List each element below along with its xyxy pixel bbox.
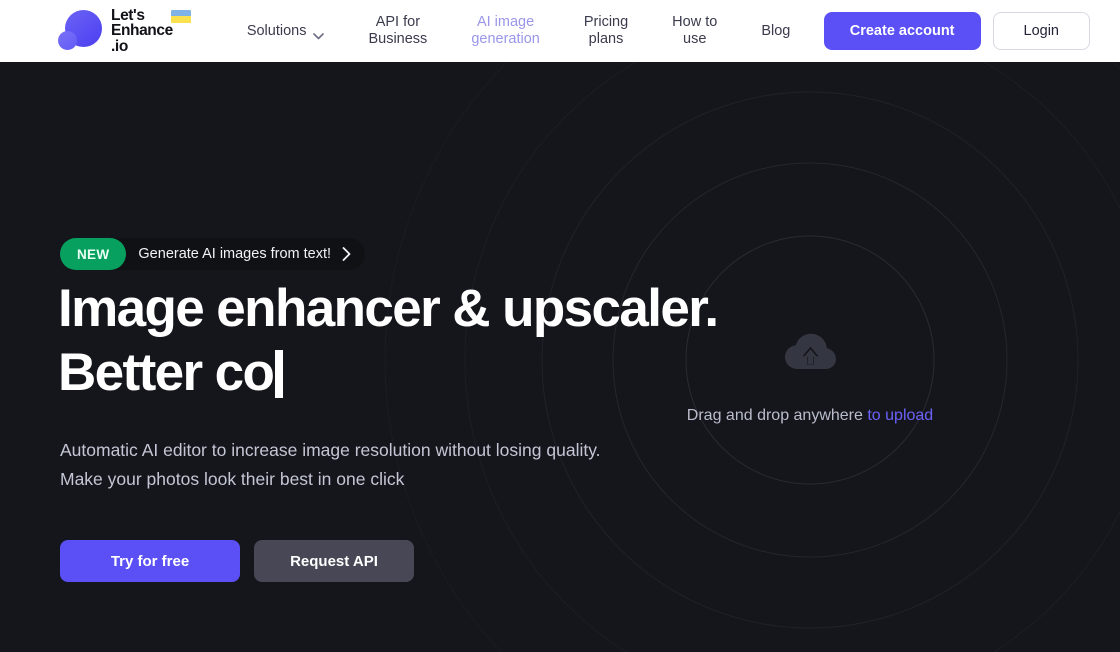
page-root: Let's Enhance .io Solutions API for Busi… <box>0 0 1120 652</box>
flag-stripe-yellow <box>171 16 191 23</box>
request-api-button[interactable]: Request API <box>254 540 414 582</box>
nav-item-pricing-plans[interactable]: Pricing plans <box>562 14 650 48</box>
ukraine-flag-icon <box>171 9 191 23</box>
nav-label-solutions: Solutions <box>246 22 307 39</box>
login-button[interactable]: Login <box>992 12 1090 50</box>
new-feature-badge[interactable]: NEW Generate AI images from text! <box>60 238 366 270</box>
brand-line-3: .io <box>111 37 128 55</box>
dropzone-text-row: Drag and drop anywhere to upload <box>640 407 980 425</box>
hero-subtitle: Automatic AI editor to increase image re… <box>60 440 601 489</box>
typing-caret <box>275 350 284 398</box>
nav-item-ai-image-generation[interactable]: AI image generation <box>449 14 562 48</box>
hero-cta-row: Try for free Request API <box>60 540 414 582</box>
brand-line-2: Enhance <box>111 22 173 40</box>
upload-dropzone[interactable]: Drag and drop anywhere to upload <box>640 332 980 425</box>
main-navigation: Solutions API for Business AI image gene… <box>225 14 813 48</box>
cloud-upload-icon <box>640 332 980 377</box>
header-actions: Create account Login <box>823 12 1090 50</box>
hero-section: NEW Generate AI images from text! Image … <box>0 62 1120 652</box>
brand-wordmark: Let's Enhance .io <box>111 6 191 55</box>
try-for-free-button[interactable]: Try for free <box>60 540 240 582</box>
page-title: Image enhancer & upscaler. Better co <box>58 277 719 405</box>
nav-item-solutions[interactable]: Solutions <box>225 23 347 40</box>
brand-logo[interactable]: Let's Enhance .io <box>58 6 191 55</box>
site-header: Let's Enhance .io Solutions API for Busi… <box>0 0 1120 62</box>
nav-item-blog[interactable]: Blog <box>739 23 812 40</box>
nav-item-api-for-business[interactable]: API for Business <box>346 14 449 48</box>
nav-item-how-to-use[interactable]: How to use <box>650 14 739 48</box>
chevron-down-icon <box>313 28 325 39</box>
chevron-right-icon <box>342 247 351 261</box>
headline-text: Image enhancer & upscaler. Better co <box>58 279 719 402</box>
badge-new-pill: NEW <box>60 238 127 270</box>
create-account-button[interactable]: Create account <box>823 12 981 50</box>
badge-label: Generate AI images from text! <box>138 246 332 262</box>
logo-circle-small <box>58 31 77 50</box>
dropzone-instruction: Drag and drop anywhere <box>686 407 868 424</box>
upload-link[interactable]: to upload <box>867 407 933 424</box>
lets-enhance-logo-mark <box>58 8 104 54</box>
brand-line-1: Let's <box>111 6 145 24</box>
